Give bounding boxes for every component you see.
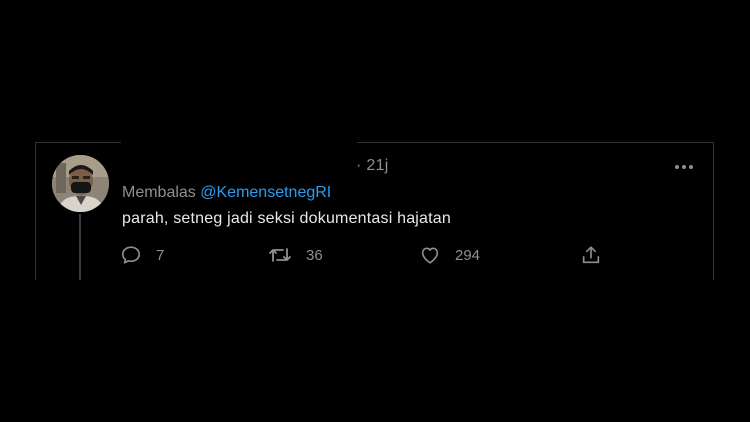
tweet-timestamp[interactable]: · 21j — [356, 157, 389, 175]
reply-icon — [121, 246, 141, 264]
tweet-text: parah, setneg jadi seksi dokumentasi haj… — [122, 210, 452, 227]
reply-button[interactable]: 7 — [120, 244, 164, 266]
avatar-photo — [52, 155, 109, 212]
more-options-button[interactable] — [671, 158, 697, 176]
like-button[interactable]: 294 — [419, 244, 480, 266]
heart-icon — [421, 247, 439, 264]
reply-handle-link[interactable]: @KemensetnegRI — [200, 184, 331, 201]
avatar[interactable] — [52, 155, 109, 212]
replying-to: Membalas @KemensetnegRI — [122, 184, 331, 202]
thread-line — [79, 214, 81, 280]
reply-count: 7 — [156, 246, 165, 264]
redacted-author-name — [121, 139, 357, 179]
like-count: 294 — [455, 246, 481, 264]
more-dots-icon — [675, 165, 693, 169]
retweet-count: 36 — [306, 246, 323, 264]
share-icon — [582, 246, 600, 264]
replying-to-label: Membalas — [122, 184, 196, 201]
retweet-button[interactable]: 36 — [268, 244, 323, 266]
retweet-icon — [269, 248, 291, 262]
share-button[interactable] — [580, 244, 602, 266]
